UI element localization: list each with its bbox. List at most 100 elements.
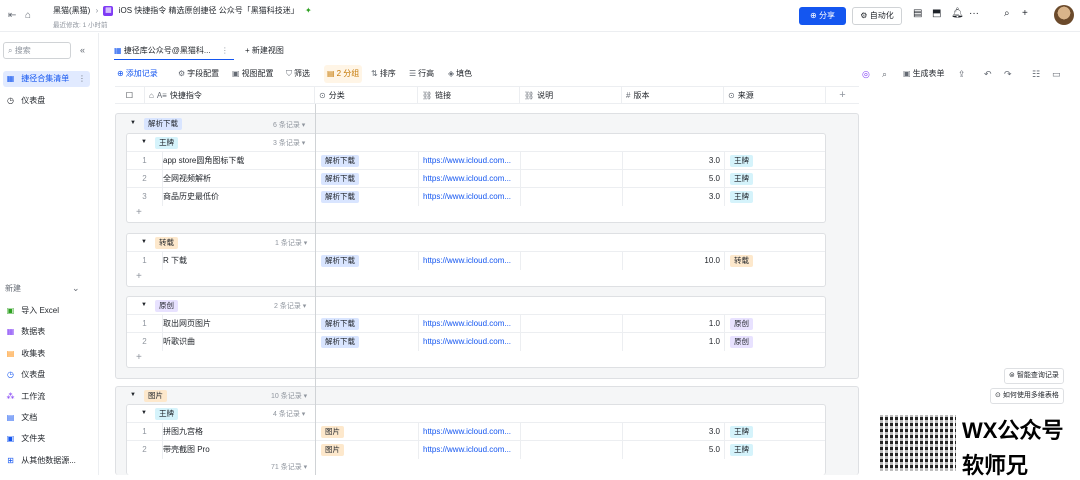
column-header-note[interactable]: ⛓ 说明 (520, 87, 622, 104)
more-vertical-icon[interactable]: ⋮ (78, 71, 86, 87)
subgroup-count[interactable]: 1 条记录 ▾ (275, 238, 307, 248)
cell-source[interactable]: 原创 (725, 315, 825, 333)
cell-category[interactable]: 解析下载 (316, 152, 419, 170)
table-row[interactable]: 2 听歌识曲 解析下载 https://www.icloud.com... 1.… (127, 332, 825, 351)
group-header[interactable]: ▼ 解析下载 (130, 115, 182, 132)
sidebar-new-import-excel[interactable]: ▣ 导入 Excel (3, 303, 90, 319)
table-row[interactable]: 1 app store圆角图标下载 解析下载 https://www.iclou… (127, 151, 825, 170)
cell-link[interactable]: https://www.icloud.com... (419, 170, 521, 188)
add-row-button[interactable]: + (136, 352, 142, 363)
share-button[interactable]: ⊕ 分享 (799, 7, 846, 25)
plus-icon[interactable]: + (1022, 8, 1028, 19)
new-view-button[interactable]: + 新建视图 (245, 42, 284, 60)
search-icon[interactable]: ⌕ (1004, 8, 1010, 19)
cell-source[interactable]: 原创 (725, 333, 825, 351)
column-header-source[interactable]: ⊙ 来源 (724, 87, 826, 104)
cell-version[interactable]: 10.0 (623, 252, 725, 270)
sidebar-item-shortcut-list[interactable]: ▦ 捷径合集清单 ⋮ (3, 71, 90, 87)
sidebar-new-folder[interactable]: ▣ 文件夹 (3, 431, 90, 447)
settings-icon[interactable]: ☷ (1032, 69, 1040, 80)
cell-version[interactable]: 3.0 (623, 423, 725, 441)
ai-icon[interactable]: ◎ (862, 69, 870, 80)
search-input[interactable]: ⌕ 搜索 (3, 42, 71, 59)
add-column-button[interactable]: + (826, 87, 859, 104)
cell-link[interactable]: https://www.icloud.com... (419, 152, 521, 170)
sidebar-new-datatable[interactable]: ▦ 数据表 (3, 324, 90, 340)
cell-note[interactable] (521, 333, 623, 351)
cell-shortcut[interactable]: 取出网页图片 (163, 315, 316, 333)
table-row[interactable]: 1 R 下载 解析下载 https://www.icloud.com... 10… (127, 251, 825, 270)
caret-down-icon[interactable]: ▼ (130, 387, 136, 404)
tab-active-view[interactable]: ▦ 捷径库公众号@黑猫科... ⋮ (114, 42, 229, 60)
avatar[interactable] (1054, 5, 1074, 25)
comment-icon[interactable]: ▭ (1052, 69, 1061, 80)
group-count[interactable]: 6 条记录 ▾ (273, 120, 305, 130)
chevron-down-icon[interactable]: ⌄ (72, 283, 80, 294)
cell-shortcut[interactable]: 商品历史最低价 (163, 188, 316, 206)
cell-note[interactable] (521, 252, 623, 270)
subgroup-count[interactable]: 3 条记录 ▾ (273, 138, 305, 148)
subgroup-header[interactable]: ▼ 王牌 (141, 405, 178, 422)
subgroup-header[interactable]: ▼ 原创 (141, 297, 178, 314)
share-view-icon[interactable]: ⇪ (958, 69, 966, 80)
sidebar-item-dashboard[interactable]: ◷ 仪表盘 (3, 93, 90, 109)
cell-version[interactable]: 1.0 (623, 315, 725, 333)
cell-link[interactable]: https://www.icloud.com... (419, 252, 521, 270)
select-all-checkbox[interactable]: ☐ (115, 87, 145, 104)
add-record-button[interactable]: ⊕ 添加记录 (117, 65, 158, 83)
fill-color-button[interactable]: ◈ 填色 (448, 65, 472, 83)
cell-shortcut[interactable]: 拼图九宫格 (163, 423, 316, 441)
cell-source[interactable]: 王牌 (725, 441, 825, 459)
cell-category[interactable]: 解析下载 (316, 170, 419, 188)
more-vertical-icon[interactable]: ⋮ (221, 46, 229, 55)
cell-category[interactable]: 解析下载 (316, 252, 419, 270)
cell-source[interactable]: 王牌 (725, 170, 825, 188)
template-icon[interactable]: ▤ (913, 8, 922, 19)
cell-category[interactable]: 解析下载 (316, 188, 419, 206)
home-icon[interactable]: ⌂ (25, 10, 31, 21)
frozen-column-divider[interactable] (315, 104, 316, 475)
pin-icon[interactable]: ✦ (305, 6, 312, 15)
table-row[interactable]: 2 全网视频解析 解析下载 https://www.icloud.com... … (127, 169, 825, 188)
cell-link[interactable]: https://www.icloud.com... (419, 188, 521, 206)
sidebar-new-dashboard[interactable]: ◷ 仪表盘 (3, 367, 90, 383)
cell-shortcut[interactable]: 带壳截图 Pro (163, 441, 316, 459)
cell-link[interactable]: https://www.icloud.com... (419, 333, 521, 351)
cell-version[interactable]: 3.0 (623, 152, 725, 170)
cell-link[interactable]: https://www.icloud.com... (419, 441, 521, 459)
field-config-button[interactable]: ⚙ 字段配置 (178, 65, 219, 83)
cell-note[interactable] (521, 315, 623, 333)
redo-icon[interactable]: ↷ (1004, 69, 1012, 80)
column-header-shortcut[interactable]: ⌂ A≡ 快捷指令 (145, 87, 315, 104)
cell-version[interactable]: 3.0 (623, 188, 725, 206)
row-height-button[interactable]: ☰ 行高 (409, 65, 434, 83)
cell-note[interactable] (521, 423, 623, 441)
caret-down-icon[interactable]: ▼ (130, 115, 136, 132)
subgroup-header[interactable]: ▼ 转载 (141, 234, 178, 251)
automation-button[interactable]: ⚙ 自动化 (852, 7, 902, 25)
cell-version[interactable]: 5.0 (623, 170, 725, 188)
cell-note[interactable] (521, 441, 623, 459)
cell-source[interactable]: 转载 (725, 252, 825, 270)
cell-link[interactable]: https://www.icloud.com... (419, 423, 521, 441)
sidebar-toggle-icon[interactable]: ⇤ (8, 10, 16, 21)
cell-link[interactable]: https://www.icloud.com... (419, 315, 521, 333)
group-count[interactable]: 10 条记录 ▾ (271, 391, 307, 401)
view-config-button[interactable]: ▣ 视图配置 (232, 65, 274, 83)
column-header-link[interactable]: ⛓ 链接 (418, 87, 520, 104)
cell-source[interactable]: 王牌 (725, 423, 825, 441)
help-button[interactable]: ⊙ 如何使用多维表格 (990, 388, 1064, 404)
doc-title[interactable]: iOS 快捷指令 精选原创捷径 公众号「黑猫科技迷」 (119, 6, 299, 15)
cell-shortcut[interactable]: 全网视频解析 (163, 170, 316, 188)
smart-query-button[interactable]: ⊜ 智能查询记录 (1004, 368, 1064, 384)
generate-form-button[interactable]: ▣ 生成表单 (903, 65, 945, 83)
collapse-icon[interactable]: « (80, 45, 85, 55)
caret-down-icon[interactable]: ▼ (141, 234, 147, 251)
caret-down-icon[interactable]: ▼ (141, 134, 147, 151)
cell-note[interactable] (521, 152, 623, 170)
cell-source[interactable]: 王牌 (725, 188, 825, 206)
filter-button[interactable]: ⛉ 筛选 (286, 65, 310, 83)
sidebar-new-workflow[interactable]: ⁂ 工作流 (3, 389, 90, 405)
plugin-icon[interactable]: ⬒ (932, 8, 941, 19)
group-header[interactable]: ▼ 图片 (130, 387, 167, 404)
